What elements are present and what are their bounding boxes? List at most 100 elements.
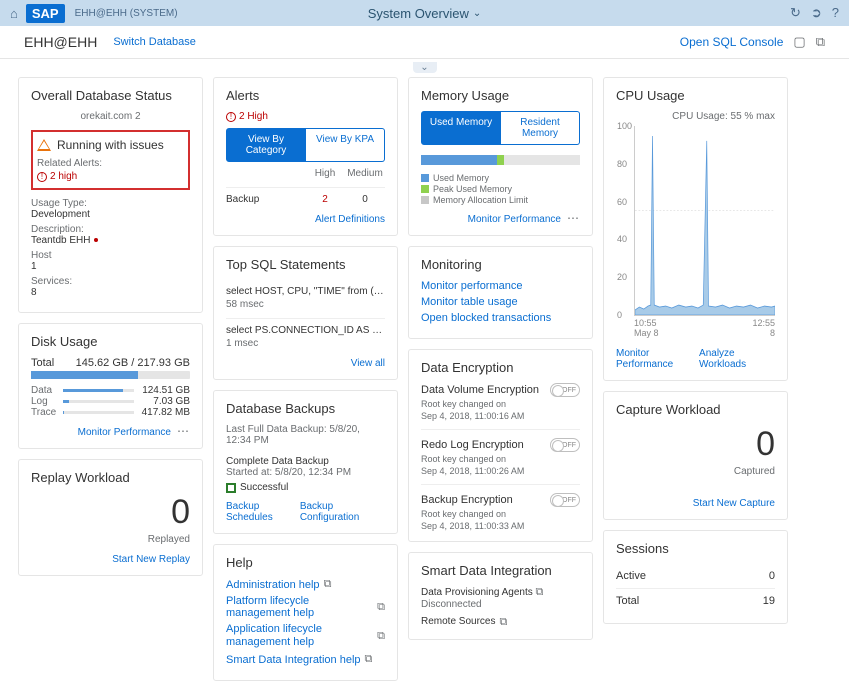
usage-type-label: Usage Type: bbox=[31, 198, 190, 209]
sql-item[interactable]: select PS.CONNECTION_ID AS "Connection I… bbox=[226, 318, 385, 349]
alerts-high-summary[interactable]: !2 High bbox=[226, 111, 385, 122]
warning-icon bbox=[37, 139, 51, 151]
open-sql-console-link[interactable]: Open SQL Console bbox=[680, 35, 784, 49]
sql-title: Top SQL Statements bbox=[226, 257, 385, 272]
monitoring-card: Monitoring Monitor performance Monitor t… bbox=[408, 246, 593, 339]
col-high: High bbox=[305, 168, 345, 179]
help-app-link[interactable]: Application lifecycle management help bbox=[226, 623, 373, 649]
status-title: Overall Database Status bbox=[31, 88, 190, 103]
monitor-performance-link[interactable]: Monitor performance bbox=[421, 280, 580, 292]
disk-trace-value: 417.82 MB bbox=[140, 407, 190, 418]
view-by-kpa-tab[interactable]: View By KPA bbox=[306, 128, 385, 162]
monitor-table-usage-link[interactable]: Monitor table usage bbox=[421, 296, 580, 308]
enc-dv-sub1: Root key changed on bbox=[421, 399, 580, 409]
status-text: Running with issues bbox=[57, 138, 164, 152]
host-value: 1 bbox=[31, 261, 190, 272]
backup-last: Last Full Data Backup: 5/8/20, 12:34 PM bbox=[226, 424, 385, 446]
cpu-chart: 100 80 60 40 20 0 bbox=[634, 126, 775, 316]
cpu-title: CPU Usage bbox=[616, 88, 775, 103]
enc-dv-sub2: Sep 4, 2018, 11:00:16 AM bbox=[421, 411, 580, 421]
resident-memory-tab[interactable]: Resident Memory bbox=[501, 111, 580, 145]
mem-title: Memory Usage bbox=[421, 88, 580, 103]
external-link-icon[interactable]: ⧉ bbox=[816, 34, 825, 50]
legend-sw-limit bbox=[421, 196, 429, 204]
disk-log-bar bbox=[63, 400, 134, 403]
open-sql-icon[interactable]: ▢ bbox=[793, 34, 805, 50]
page-title: System Overview bbox=[368, 6, 469, 21]
help-icon[interactable]: ? bbox=[832, 5, 839, 21]
alert-definitions-link[interactable]: Alert Definitions bbox=[315, 214, 385, 225]
help-sdi-link[interactable]: Smart Data Integration help bbox=[226, 654, 361, 666]
system-label: EHH@EHH (SYSTEM) bbox=[75, 8, 178, 19]
disk-monitor-link[interactable]: Monitor Performance bbox=[78, 427, 171, 438]
sdi-agents: Data Provisioning Agents bbox=[421, 587, 533, 598]
sdi-card: Smart Data Integration Data Provisioning… bbox=[408, 552, 593, 640]
external-icon: ⧉ bbox=[499, 616, 507, 629]
mem-more-icon[interactable]: ⋯ bbox=[567, 211, 580, 225]
disk-trace-label: Trace bbox=[31, 407, 57, 418]
switch-database-link[interactable]: Switch Database bbox=[113, 36, 196, 48]
page-title-dropdown[interactable]: System Overview ⌄ bbox=[368, 6, 482, 21]
analyze-workloads-link[interactable]: Analyze Workloads bbox=[699, 348, 775, 370]
replay-title: Replay Workload bbox=[31, 470, 190, 485]
sessions-total-value: 19 bbox=[763, 595, 775, 607]
top-sql-card: Top SQL Statements select HOST, CPU, "TI… bbox=[213, 246, 398, 380]
cpu-monitor-link[interactable]: Monitor Performance bbox=[616, 348, 699, 370]
view-by-category-tab[interactable]: View By Category bbox=[226, 128, 306, 162]
home-icon[interactable]: ⌂ bbox=[10, 6, 18, 21]
legend-peak: Peak Used Memory bbox=[433, 184, 512, 194]
external-icon: ⧉ bbox=[377, 630, 385, 643]
disk-total-label: Total bbox=[31, 357, 54, 369]
backup-schedules-link[interactable]: Backup Schedules bbox=[226, 501, 300, 523]
capture-count: 0 bbox=[616, 425, 775, 464]
external-icon: ⧉ bbox=[536, 586, 544, 598]
disk-title: Disk Usage bbox=[31, 334, 190, 349]
backup-config-link[interactable]: Backup Configuration bbox=[300, 501, 385, 523]
alerts-high-link[interactable]: ! 2 high bbox=[37, 171, 184, 182]
sql-query-2: select PS.CONNECTION_ID AS "Connection I… bbox=[226, 325, 385, 336]
sql-item[interactable]: select HOST, CPU, "TIME" from ( select H… bbox=[226, 280, 385, 310]
enc-dv-toggle[interactable]: OFF bbox=[550, 383, 580, 397]
external-icon: ⧉ bbox=[365, 653, 373, 666]
help-platform-link[interactable]: Platform lifecycle management help bbox=[226, 595, 373, 619]
usage-type-value: Development bbox=[31, 209, 190, 220]
enc-bk-toggle[interactable]: OFF bbox=[550, 493, 580, 507]
expand-header-icon[interactable]: ⌄ bbox=[413, 62, 437, 73]
cpu-usage-card: CPU Usage CPU Usage: 55 % max 100 80 60 … bbox=[603, 77, 788, 381]
disk-log-label: Log bbox=[31, 396, 57, 407]
disk-more-icon[interactable]: ⋯ bbox=[177, 424, 190, 438]
sql-view-all-link[interactable]: View all bbox=[351, 358, 385, 369]
description-value: Teantdb EHH bbox=[31, 235, 190, 246]
sessions-card: Sessions Active0 Total19 bbox=[603, 530, 788, 624]
sap-logo: SAP bbox=[26, 4, 65, 23]
open-blocked-tx-link[interactable]: Open blocked transactions bbox=[421, 312, 580, 324]
legend-sw-peak bbox=[421, 185, 429, 193]
sql-query-1: select HOST, CPU, "TIME" from ( select H… bbox=[226, 286, 385, 297]
cpu-max-label: CPU Usage: 55 % max bbox=[616, 111, 775, 122]
alert-row-high[interactable]: 2 bbox=[305, 194, 345, 205]
capture-workload-card: Capture Workload 0 Captured Start New Ca… bbox=[603, 391, 788, 520]
enc-bk-sub2: Sep 4, 2018, 11:00:33 AM bbox=[421, 521, 580, 531]
sdi-remote: Remote Sources bbox=[421, 616, 495, 627]
start-new-capture-link[interactable]: Start New Capture bbox=[693, 498, 775, 509]
services-label: Services: bbox=[31, 276, 190, 287]
forward-icon[interactable]: ➲ bbox=[811, 5, 822, 21]
sdi-title: Smart Data Integration bbox=[421, 563, 580, 578]
overall-status-card: Overall Database Status orekait.com 2 Ru… bbox=[18, 77, 203, 313]
legend-sw-used bbox=[421, 174, 429, 182]
enc-dv-title: Data Volume Encryption bbox=[421, 384, 539, 396]
legend-used: Used Memory bbox=[433, 173, 489, 183]
used-memory-tab[interactable]: Used Memory bbox=[421, 111, 501, 145]
enc-rl-toggle[interactable]: OFF bbox=[550, 438, 580, 452]
alert-row-label: Backup bbox=[226, 194, 305, 205]
backup-started: Started at: 5/8/20, 12:34 PM bbox=[226, 467, 385, 478]
start-new-replay-link[interactable]: Start New Replay bbox=[112, 554, 190, 565]
disk-total-bar bbox=[31, 371, 190, 379]
replay-workload-card: Replay Workload 0 Replayed Start New Rep… bbox=[18, 459, 203, 576]
db-name: EHH@EHH bbox=[24, 34, 97, 50]
help-admin-link[interactable]: Administration help bbox=[226, 579, 320, 591]
mem-monitor-link[interactable]: Monitor Performance bbox=[468, 214, 561, 225]
memory-bar bbox=[421, 155, 580, 165]
refresh-icon[interactable]: ↻ bbox=[790, 5, 801, 21]
legend-limit: Memory Allocation Limit bbox=[433, 195, 528, 205]
